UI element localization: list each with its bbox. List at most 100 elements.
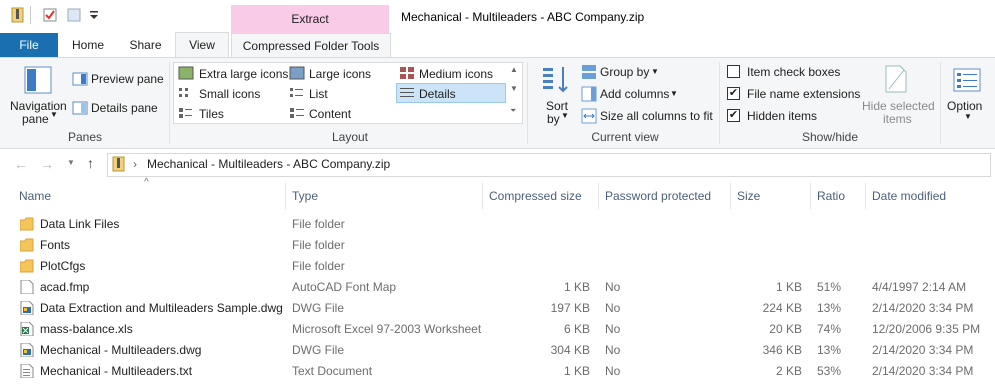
layout-content[interactable]: Content [309,107,351,121]
layout-large-icons[interactable]: Large icons [309,67,371,81]
file-row[interactable]: acad.fmp AutoCAD Font Map 1 KB No 1 KB 5… [14,277,989,298]
back-arrow-icon[interactable]: ← [14,156,28,172]
file-row[interactable]: Fonts File folder [14,235,989,256]
chevron-down-icon[interactable]: ▼ [964,112,972,121]
chevron-down-icon[interactable]: ▼ [50,110,58,119]
tab-share[interactable]: Share [118,33,173,57]
column-header-name[interactable]: Name [19,189,51,203]
file-row[interactable]: mass-balance.xls Microsoft Excel 97-2003… [14,319,989,340]
file-row[interactable]: Data Extraction and Multileaders Sample.… [14,298,989,319]
layout-extra-large-icons[interactable]: Extra large icons [199,67,288,81]
size-all-columns-button[interactable]: Size all columns to fit [600,109,713,123]
preview-pane-button[interactable]: Preview pane [91,72,164,86]
column-header-password-protected[interactable]: Password protected [605,189,711,203]
column-header-date-modified[interactable]: Date modified [872,189,946,203]
gallery-scroll-up-icon[interactable]: ▲ [510,65,518,74]
preview-pane-icon[interactable] [72,72,88,89]
sort-by-label[interactable]: by [547,112,560,126]
column-divider[interactable] [730,183,731,209]
list-icon [289,86,305,103]
breadcrumb[interactable]: Mechanical - Multileaders - ABC Company.… [147,157,390,171]
column-header-type[interactable]: Type [292,189,318,203]
small-icons-icon [178,86,194,103]
file-name-extensions-checkbox[interactable]: ✔ [727,87,740,100]
group-by-button[interactable]: Group by [600,65,649,79]
options-icon[interactable] [952,67,982,96]
breadcrumb-separator-icon[interactable]: › [133,157,137,171]
layout-list[interactable]: List [309,87,328,101]
password-protected: No [605,343,621,357]
file-name: Fonts [40,238,71,252]
tab-view[interactable]: View [175,32,229,58]
date-modified: 2/14/2020 3:34 PM [872,364,974,378]
file-name: Mechanical - Multileaders.dwg [40,343,202,357]
zip-folder-icon[interactable] [10,7,26,23]
column-header-size[interactable]: Size [737,189,760,203]
details-pane-icon[interactable] [72,101,88,118]
hide-selected-icon [884,64,908,97]
navigation-pane-icon[interactable] [24,66,52,97]
password-protected: No [605,364,621,378]
ratio: 13% [817,301,842,315]
column-header-ratio[interactable]: Ratio [817,189,845,203]
chevron-down-icon[interactable]: ▼ [561,111,569,120]
add-columns-icon [581,86,597,105]
file-row[interactable]: PlotCfgs File folder [14,256,989,277]
compressed-size: 6 KB [563,322,590,336]
navigation-pane-button[interactable]: Navigation [10,99,67,113]
hide-selected-items-label[interactable]: items [883,112,912,126]
column-divider[interactable] [865,183,866,209]
file-row[interactable]: Mechanical - Multileaders.dwg DWG File 3… [14,340,989,361]
hide-selected-items-button[interactable]: Hide selected [862,99,935,113]
tab-home[interactable]: Home [60,33,116,57]
sort-by-icon[interactable] [541,64,571,97]
ratio: 74% [817,322,842,336]
date-modified: 4/4/1997 2:14 AM [872,280,967,294]
file-type: File folder [292,217,345,231]
gallery-expand-icon[interactable]: ⏷ [510,106,516,116]
item-check-boxes-checkbox[interactable] [727,65,740,78]
compressed-size: 197 KB [550,301,590,315]
options-button[interactable]: Option [947,99,982,113]
layout-tiles[interactable]: Tiles [199,107,224,121]
add-columns-button[interactable]: Add columns [600,87,669,101]
chevron-down-icon[interactable]: ▼ [670,89,678,98]
forward-arrow-icon[interactable]: → [40,156,54,172]
column-header-compressed-size[interactable]: Compressed size [489,189,582,203]
properties-icon[interactable] [42,7,58,23]
hidden-items-label[interactable]: Hidden items [747,109,817,123]
customize-toolbar-icon[interactable] [86,7,102,23]
file-row[interactable]: Mechanical - Multileaders.txt Text Docum… [14,361,989,382]
column-divider[interactable] [482,183,483,209]
tab-file[interactable]: File [0,33,58,57]
up-arrow-icon[interactable]: ↑ [87,155,94,171]
column-divider[interactable] [810,183,811,209]
layout-medium-icons[interactable]: Medium icons [419,67,493,81]
item-check-boxes-label[interactable]: Item check boxes [747,65,840,79]
compressed-size: 304 KB [550,343,590,357]
chevron-down-icon[interactable]: ▼ [651,67,659,76]
layout-small-icons[interactable]: Small icons [199,87,260,101]
file-name-extensions-label[interactable]: File name extensions [747,87,860,101]
file-size: 2 KB [775,364,802,378]
tab-compressed-folder-tools[interactable]: Compressed Folder Tools [231,33,391,58]
file-type: DWG File [292,343,344,357]
recent-locations-icon[interactable]: ▼ [67,158,75,167]
file-name: Mechanical - Multileaders.txt [40,364,193,378]
layout-details[interactable]: Details [419,87,456,101]
hidden-items-checkbox[interactable]: ✔ [727,109,740,122]
gallery-scroll-down-icon[interactable]: ▼ [510,84,518,93]
extra-large-icons-icon [178,66,194,83]
file-row[interactable]: Data Link Files File folder [14,214,989,235]
column-divider[interactable] [598,183,599,209]
details-pane-button[interactable]: Details pane [91,101,158,115]
navigation-pane-label[interactable]: pane [22,112,49,126]
excel-file-icon [20,321,34,337]
file-type: File folder [292,259,345,273]
column-divider[interactable] [285,183,286,209]
new-folder-icon[interactable] [66,7,82,23]
file-type: File folder [292,238,345,252]
file-name: Data Link Files [40,217,120,231]
context-tab-group-label: Extract [291,12,329,26]
file-size: 1 KB [775,280,802,294]
